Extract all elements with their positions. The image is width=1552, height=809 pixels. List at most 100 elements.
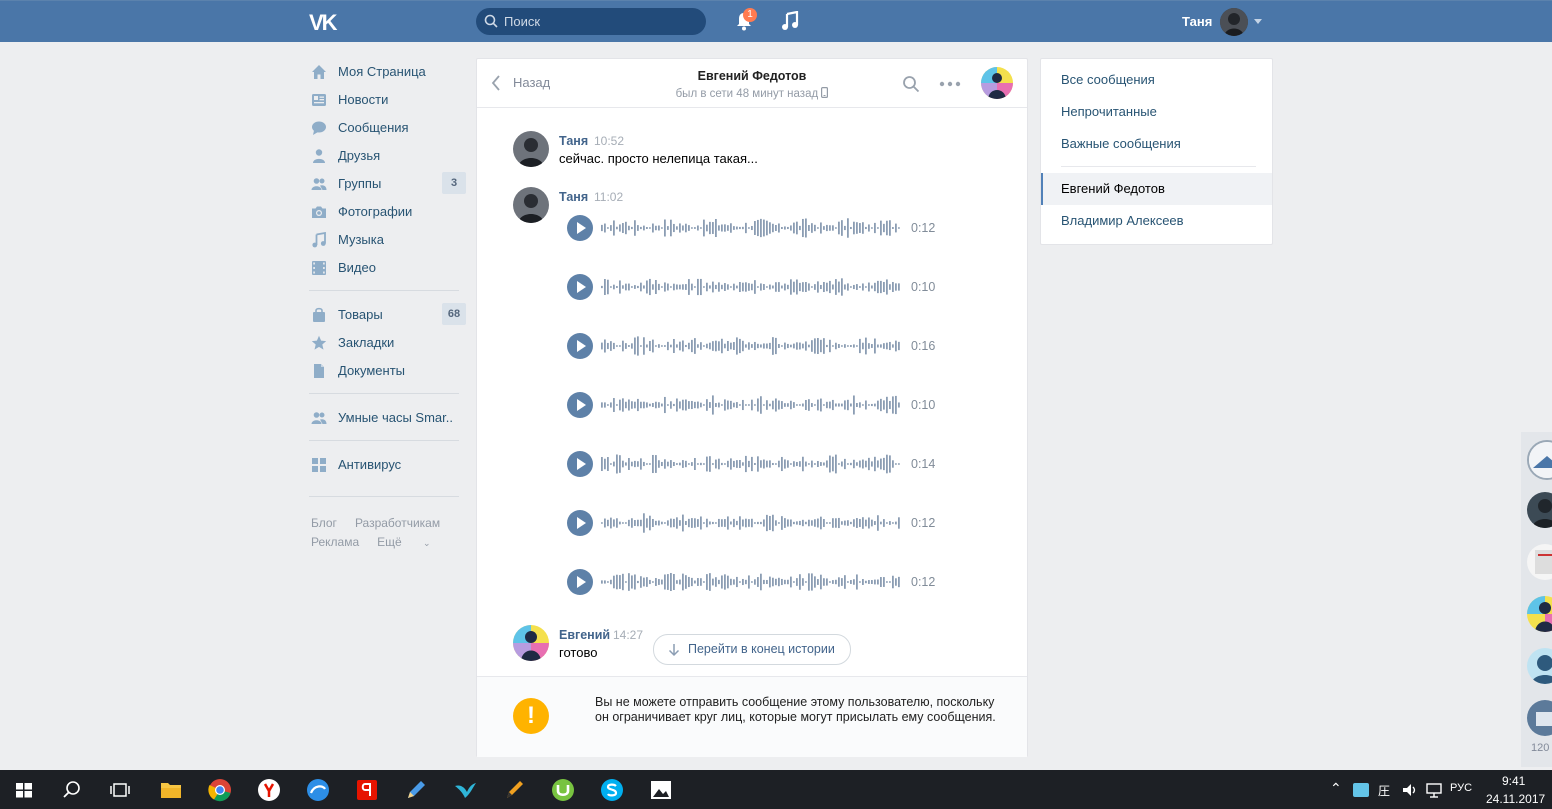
task-view-icon[interactable] [106, 776, 134, 804]
yandex-icon[interactable] [353, 776, 381, 804]
play-icon[interactable] [567, 451, 593, 477]
nav-item-music[interactable]: Музыка [309, 226, 459, 254]
nav-item-news[interactable]: Новости [309, 86, 459, 114]
quick-chat-avatar[interactable] [1527, 596, 1552, 632]
play-icon[interactable] [567, 510, 593, 536]
windows-start-icon[interactable] [10, 776, 38, 804]
photos-app-icon[interactable] [647, 776, 675, 804]
tray-app-icon[interactable] [1350, 779, 1372, 801]
filter-label: Непрочитанные [1061, 104, 1157, 119]
waveform[interactable] [601, 452, 901, 476]
quick-chat-avatar[interactable] [1527, 544, 1552, 580]
filter-unread[interactable]: Непрочитанные [1041, 96, 1272, 128]
waveform-bar [814, 519, 816, 527]
chevron-up-icon[interactable]: ⌃ [1330, 780, 1342, 797]
file-explorer-icon[interactable] [157, 776, 185, 804]
chat-item-vladimir[interactable]: Владимир Алексеев [1041, 205, 1272, 237]
quick-chat-avatar[interactable] [1527, 440, 1552, 480]
language-indicator[interactable]: РУС [1450, 782, 1472, 794]
nav-item-friends[interactable]: Друзья [309, 142, 459, 170]
waveform-bar [643, 577, 645, 587]
pen-app-icon[interactable] [500, 776, 528, 804]
message-author[interactable]: Евгений [559, 628, 610, 642]
waveform[interactable] [601, 216, 901, 240]
nav-item-bookmarks[interactable]: Закладки [309, 329, 459, 357]
footer-link-more[interactable]: Ещё ⌄ [377, 535, 448, 549]
waveform-bar [718, 402, 720, 408]
play-icon[interactable] [567, 215, 593, 241]
waveform[interactable] [601, 570, 901, 594]
clock-time[interactable]: 9:41 [1502, 774, 1525, 788]
nav-item-messages[interactable]: Сообщения [309, 114, 459, 142]
waveform-bar [742, 399, 744, 411]
play-icon[interactable] [567, 333, 593, 359]
voice-duration: 0:10 [911, 398, 936, 412]
waveform[interactable] [601, 275, 901, 299]
chevron-down-icon[interactable] [1254, 19, 1262, 24]
keyboard-icon[interactable]: 圧 [1376, 780, 1396, 800]
play-icon[interactable] [567, 569, 593, 595]
author-avatar[interactable] [513, 625, 549, 661]
footer-link-developers[interactable]: Разработчикам [355, 516, 440, 530]
waveform-bar [898, 227, 900, 229]
pencil-app-icon[interactable] [402, 776, 430, 804]
waveform-bar [673, 338, 675, 354]
chrome-icon[interactable] [206, 776, 234, 804]
user-avatar[interactable] [1220, 8, 1248, 36]
waveform-bar [610, 402, 612, 408]
waveform[interactable] [601, 511, 901, 535]
browser-icon[interactable] [304, 776, 332, 804]
clock-date[interactable]: 24.11.2017 [1486, 792, 1545, 806]
waveform[interactable] [601, 334, 901, 358]
chat-item-evgeny[interactable]: Евгений Федотов [1041, 173, 1272, 205]
music-note-icon[interactable] [780, 11, 800, 31]
network-icon[interactable] [1424, 780, 1444, 800]
waveform-bar [832, 580, 834, 584]
quick-chat-avatar[interactable] [1527, 648, 1552, 684]
author-avatar[interactable] [513, 131, 549, 167]
quick-chat-avatar[interactable] [1527, 700, 1552, 736]
bird-app-icon[interactable] [451, 776, 479, 804]
waveform[interactable] [601, 393, 901, 417]
volume-icon[interactable] [1400, 780, 1420, 800]
nav-item-smart-watch-group[interactable]: Умные часы Smar.. [309, 404, 459, 432]
waveform-bar [691, 400, 693, 410]
search-icon[interactable] [902, 75, 920, 93]
footer-link-blog[interactable]: Блог [311, 516, 337, 530]
message-author[interactable]: Таня [559, 134, 588, 148]
filter-all-messages[interactable]: Все сообщения [1041, 64, 1272, 96]
nav-item-groups[interactable]: Группы 3 [309, 170, 466, 198]
waveform-bar [625, 221, 627, 235]
quick-chat-avatar[interactable] [1527, 492, 1552, 528]
more-icon[interactable] [939, 81, 961, 87]
jump-to-end-button[interactable]: Перейти в конец истории [653, 634, 851, 665]
search-input[interactable]: Поиск [476, 8, 706, 35]
nav-item-goods[interactable]: Товары 68 [309, 301, 466, 329]
message-author[interactable]: Таня [559, 190, 588, 204]
utorrent-icon[interactable] [549, 776, 577, 804]
nav-item-documents[interactable]: Документы [309, 357, 459, 385]
nav-item-my-page[interactable]: Моя Страница [309, 58, 459, 86]
nav-item-photos[interactable]: Фотографии [309, 198, 459, 226]
footer-link-ads[interactable]: Реклама [311, 535, 359, 549]
message-time[interactable]: 14:27 [613, 628, 643, 642]
nav-item-antivirus[interactable]: Антивирус [309, 451, 459, 479]
skype-icon[interactable] [598, 776, 626, 804]
message-time[interactable]: 10:52 [594, 134, 624, 148]
waveform-bar [769, 460, 771, 468]
play-icon[interactable] [567, 274, 593, 300]
yandex-browser-icon[interactable] [255, 776, 283, 804]
filter-important[interactable]: Важные сообщения [1041, 128, 1272, 160]
waveform-bar [730, 223, 732, 233]
search-icon[interactable] [58, 776, 86, 804]
message-time[interactable]: 11:02 [594, 190, 623, 204]
nav-item-label: Новости [338, 92, 389, 107]
author-avatar[interactable] [513, 187, 549, 223]
play-icon[interactable] [567, 392, 593, 418]
waveform-bar [664, 396, 666, 414]
contact-avatar[interactable] [981, 67, 1013, 99]
vk-logo[interactable]: VK [309, 10, 345, 35]
nav-item-label: Моя Страница [338, 64, 426, 79]
user-name[interactable]: Таня [1182, 14, 1212, 29]
nav-item-video[interactable]: Видео [309, 254, 459, 282]
